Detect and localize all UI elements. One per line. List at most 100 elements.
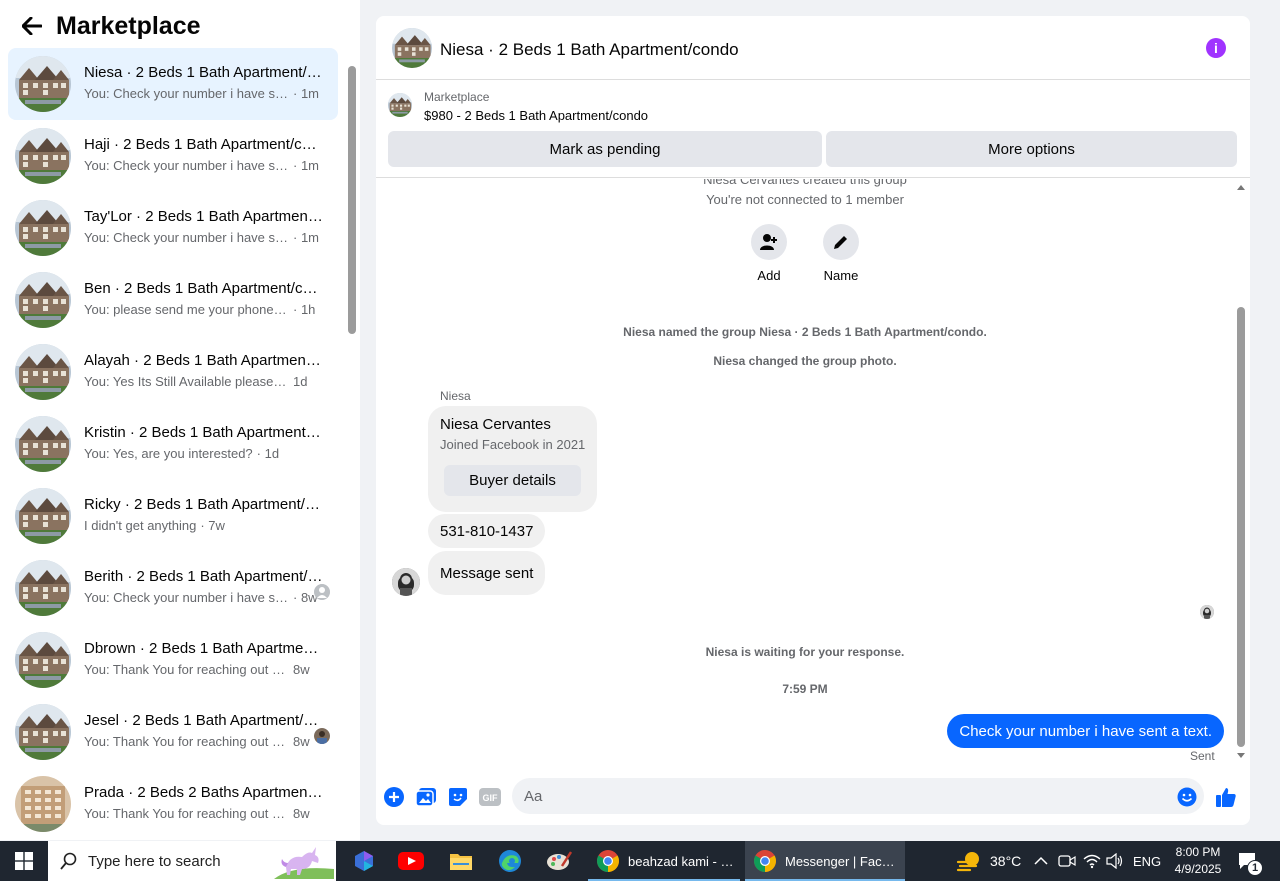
message-area: Niesa Cervantes created this group You'r… — [376, 179, 1250, 766]
conversation-item[interactable]: Jesel · 2 Beds 1 Bath Apartment/condo You… — [8, 696, 338, 768]
info-icon[interactable]: i — [1206, 38, 1226, 58]
conversation-time: · 7w — [200, 518, 225, 533]
sidebar-scrollbar-thumb[interactable] — [348, 66, 356, 334]
buyer-joined: Joined Facebook in 2021 — [440, 437, 586, 452]
chrome-icon — [754, 850, 776, 872]
conversation-time: 8w — [293, 662, 310, 677]
conversation-preview: You: Thank You for reaching out regardin… — [84, 734, 289, 749]
conversation-avatar — [15, 416, 71, 472]
conversation-preview: You: Yes, are you interested? — [84, 446, 253, 461]
taskbar-app-copilot[interactable] — [348, 841, 380, 881]
conversation-preview: You: Check your number i have sent a tex… — [84, 158, 289, 173]
add-label: Add — [757, 268, 781, 283]
like-icon[interactable] — [1214, 785, 1238, 809]
conversation-preview: You: Thank You for reaching out regardin… — [84, 806, 289, 821]
show-hidden-icons[interactable] — [1034, 841, 1048, 881]
conversation-item[interactable]: Haji · 2 Beds 1 Bath Apartment/condo You:… — [8, 120, 338, 192]
mark-pending-button[interactable]: Mark as pending — [388, 131, 822, 167]
conversation-name: Alayah · 2 Beds 1 Bath Apartment/condo — [84, 352, 324, 369]
conversation-item[interactable]: Prada · 2 Beds 2 Baths Apartment/condo Yo… — [8, 768, 338, 840]
taskbar-search[interactable]: Type here to search — [48, 841, 336, 881]
taskbar-app-youtube[interactable] — [395, 841, 427, 881]
conversation-name: Ben · 2 Beds 1 Bath Apartment/condo — [84, 280, 324, 297]
plus-icon[interactable] — [382, 785, 406, 809]
volume-icon[interactable] — [1106, 841, 1124, 881]
more-options-button[interactable]: More options — [826, 131, 1237, 167]
sticker-icon[interactable] — [446, 785, 470, 809]
conversation-preview-row: You: Thank You for reaching out regardin… — [84, 734, 326, 749]
youtube-icon — [398, 852, 424, 870]
add-member-button[interactable]: Add — [739, 224, 799, 283]
conversation-item[interactable]: Berith · 2 Beds 1 Bath Apartment/condo Yo… — [8, 552, 338, 624]
buyer-name: Niesa Cervantes — [440, 416, 551, 433]
group-photo-note: Niesa changed the group photo. — [713, 354, 897, 368]
message-sent-bubble[interactable]: Message sent — [428, 551, 546, 595]
back-arrow-icon — [22, 17, 42, 35]
chrome-icon — [597, 850, 619, 872]
back-button[interactable] — [18, 12, 46, 40]
conversation-item[interactable]: Dbrown · 2 Beds 1 Bath Apartment/condo Yo… — [8, 624, 338, 696]
taskbar-app-chrome-1[interactable]: beahzad kami - Go... — [588, 841, 740, 881]
language-indicator[interactable]: ENG — [1133, 841, 1161, 881]
notification-center[interactable]: 1 — [1238, 841, 1263, 881]
scroll-down-icon[interactable] — [1236, 752, 1246, 760]
scroll-up-icon[interactable] — [1236, 183, 1246, 191]
gif-icon[interactable]: GIF — [478, 785, 502, 809]
sender-avatar[interactable] — [392, 568, 420, 596]
conversation-preview-row: You: Yes, are you interested? · 1d — [84, 446, 326, 461]
message-status: Sent — [1190, 749, 1215, 763]
conversation-preview-row: You: Thank You for reaching out regardin… — [84, 806, 326, 821]
conversation-avatar — [15, 272, 71, 328]
add-person-icon — [760, 234, 777, 250]
message-input[interactable] — [512, 778, 1204, 814]
seen-avatar-icon — [314, 728, 330, 744]
conversation-item[interactable]: Ben · 2 Beds 1 Bath Apartment/condo You: … — [8, 264, 338, 336]
conversation-preview-row: You: Yes Its Still Available please send… — [84, 374, 326, 389]
conversation-item[interactable]: Niesa · 2 Beds 1 Bath Apartment/condo You… — [8, 48, 338, 120]
conversation-preview: You: Thank You for reaching out regardin… — [84, 662, 289, 677]
conversation-item[interactable]: Alayah · 2 Beds 1 Bath Apartment/condo Yo… — [8, 336, 338, 408]
conversation-name: Tay'Lor · 2 Beds 1 Bath Apartment/condo — [84, 208, 324, 225]
conversation-item[interactable]: Ricky · 2 Beds 1 Bath Apartment/condo I d… — [8, 480, 338, 552]
name-group-button[interactable]: Name — [811, 224, 871, 283]
conversation-avatar — [15, 56, 71, 112]
taskbar-app-file-explorer[interactable] — [445, 841, 477, 881]
conversation-preview: You: Check your number i have sent a tex… — [84, 230, 289, 245]
phone-message[interactable]: 531-810-1437 — [428, 514, 546, 548]
weather-icon — [956, 852, 979, 872]
listing-thumbnail[interactable] — [388, 93, 412, 117]
conversation-name: Jesel · 2 Beds 1 Bath Apartment/condo — [84, 712, 324, 729]
taskbar-app-paint[interactable] — [543, 841, 575, 881]
listing-price[interactable]: $980 - 2 Beds 1 Bath Apartment/condo — [424, 108, 648, 123]
conversation-name: Haji · 2 Beds 1 Bath Apartment/condo — [84, 136, 324, 153]
conversation-preview-row: You: Check your number i have sent a tex… — [84, 230, 326, 245]
start-button[interactable] — [0, 841, 48, 881]
sidebar-scrollbar[interactable] — [346, 56, 358, 840]
chat-title[interactable]: Niesa · 2 Beds 1 Bath Apartment/condo — [440, 40, 739, 60]
clock[interactable]: 8:00 PM 4/9/2025 — [1170, 841, 1226, 881]
folder-icon — [450, 854, 472, 870]
notification-badge: 1 — [1247, 860, 1263, 876]
weather-widget[interactable]: 38°C — [956, 841, 1021, 881]
conversation-item[interactable]: Kristin · 2 Beds 1 Bath Apartment/condo Y… — [8, 408, 338, 480]
windows-taskbar: Type here to search beahzad kami - Go...… — [0, 841, 1280, 881]
my-message-bubble[interactable]: Check your number i have sent a text. — [947, 714, 1224, 748]
emoji-icon[interactable] — [1175, 785, 1199, 809]
chat-avatar[interactable] — [392, 28, 432, 68]
copilot-icon — [355, 851, 373, 871]
seen-avatar-icon — [314, 584, 330, 600]
conversation-time: 8w — [293, 806, 310, 821]
taskbar-app-edge[interactable] — [494, 841, 526, 881]
meet-now-icon[interactable] — [1058, 841, 1076, 881]
chat-scrollbar[interactable] — [1234, 179, 1248, 766]
conversation-preview-row: You: Thank You for reaching out regardin… — [84, 662, 326, 677]
conversation-item[interactable]: Tay'Lor · 2 Beds 1 Bath Apartment/condo Y… — [8, 192, 338, 264]
conversation-preview: You: Check your number i have sent a tex… — [84, 86, 289, 101]
chat-scrollbar-thumb[interactable] — [1237, 307, 1245, 747]
buyer-details-button[interactable]: Buyer details — [444, 465, 581, 496]
conversation-avatar — [15, 632, 71, 688]
taskbar-app-messenger[interactable]: Messenger | Faceb... — [745, 841, 905, 881]
wifi-icon[interactable] — [1083, 841, 1101, 881]
conversation-name: Ricky · 2 Beds 1 Bath Apartment/condo — [84, 496, 324, 513]
photo-icon[interactable] — [414, 785, 438, 809]
